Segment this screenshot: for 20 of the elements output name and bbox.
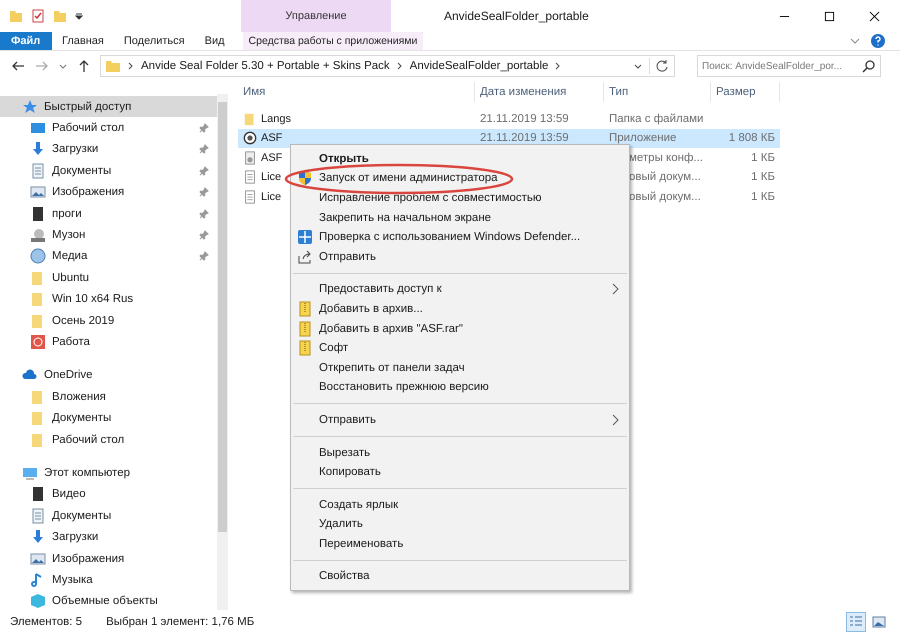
file-name: Lice — [261, 171, 282, 184]
date-cell: 21.11.2019 13:59 — [480, 112, 569, 125]
size-cell: 1 КБ — [751, 190, 775, 203]
size-cell: 1 808 КБ — [728, 132, 775, 144]
type-cell: Папка с файлами — [609, 112, 704, 125]
type-cell: Приложение — [609, 132, 676, 144]
date-cell: 21.11.2019 13:59 — [480, 132, 569, 144]
type-cell: овый докум... — [629, 190, 701, 203]
selection-info: Выбран 1 элемент: 1,76 МБ — [106, 616, 254, 628]
file-name: ASF — [261, 152, 282, 164]
file-name: Langs — [261, 112, 291, 125]
size-cell: 1 КБ — [751, 171, 775, 184]
type-cell: метры конф... — [629, 152, 703, 164]
file-name: ASF — [261, 132, 282, 144]
type-cell: овый докум... — [629, 171, 701, 184]
size-cell: 1 КБ — [751, 152, 775, 164]
context-tab-header: Управление — [241, 0, 391, 32]
window-title: AnvideSealFolder_portable — [443, 8, 589, 25]
file-name: Lice — [261, 190, 282, 203]
item-count: Элементов: 5 — [10, 616, 82, 628]
